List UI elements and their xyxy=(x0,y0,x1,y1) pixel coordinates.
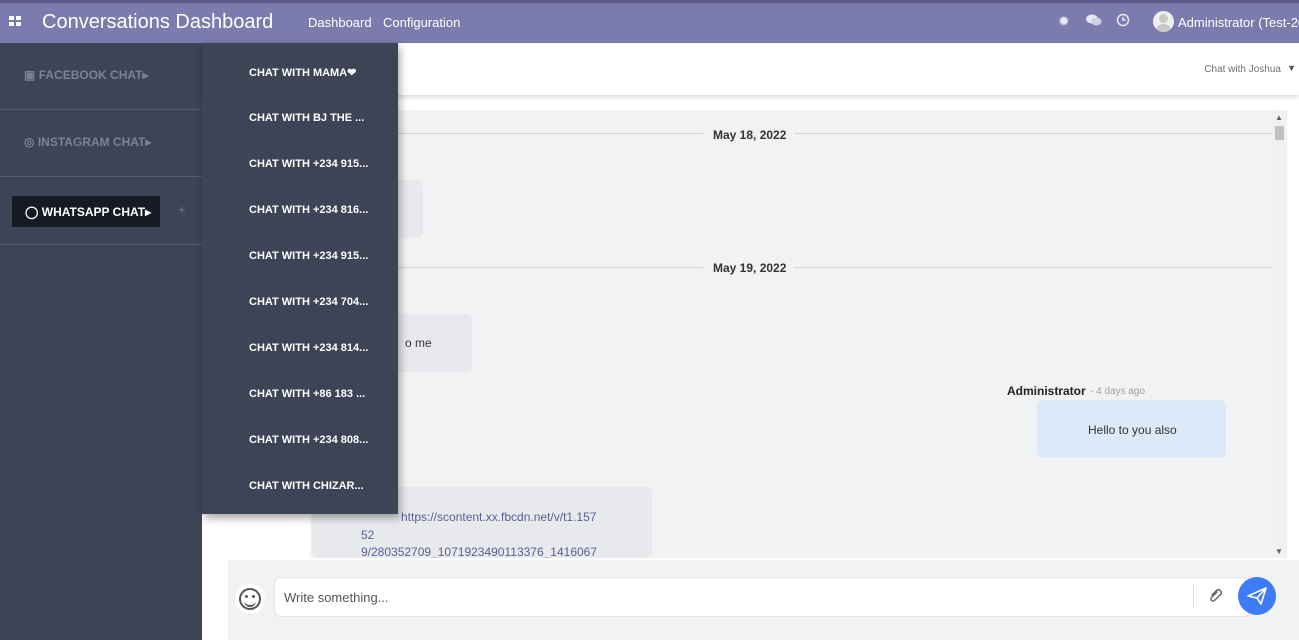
sidebar-item-label: ▣ FACEBOOK CHAT▸ xyxy=(24,68,149,82)
divider xyxy=(398,267,703,268)
bug-icon[interactable]: ✹ xyxy=(1058,13,1070,30)
message-text: o me xyxy=(405,336,432,350)
sidebar-item-label: ◎ INSTAGRAM CHAT▸ xyxy=(24,135,152,149)
chat-list-item[interactable]: CHAT WITH +234 915... xyxy=(249,250,368,262)
chat-list-item[interactable]: CHAT WITH +234 816... xyxy=(249,204,368,216)
message-sender: Administrator xyxy=(1007,384,1086,398)
add-icon[interactable]: + xyxy=(178,202,186,217)
divider xyxy=(1193,585,1194,609)
app-title[interactable]: Conversations Dashboard xyxy=(42,11,273,34)
chat-with-selector[interactable]: Chat with Joshua xyxy=(1204,64,1281,75)
scroll-down-icon[interactable]: ▼ xyxy=(1275,547,1283,556)
avatar[interactable] xyxy=(1153,11,1174,32)
message-time: - 4 days ago xyxy=(1090,386,1146,397)
clock-icon[interactable] xyxy=(1116,13,1130,30)
send-button[interactable] xyxy=(1238,577,1276,615)
top-navbar: Conversations Dashboard Dashboard Config… xyxy=(0,0,1299,43)
attachment-icon[interactable] xyxy=(1206,586,1226,606)
chat-list-item[interactable]: CHAT WITH +234 704... xyxy=(249,296,368,308)
sidebar-item-instagram[interactable]: ◎ INSTAGRAM CHAT▸ xyxy=(0,110,202,177)
menu-configuration[interactable]: Configuration xyxy=(383,15,460,30)
facebook-icon: ▣ xyxy=(24,68,36,82)
sidebar-item-label: ◯ WHATSAPP CHAT▸ xyxy=(25,205,152,219)
scrollbar[interactable]: ▲ ▼ xyxy=(1272,110,1287,558)
instagram-icon: ◎ xyxy=(24,135,35,149)
message-text: Hello to you also xyxy=(1088,423,1177,437)
chat-list-item[interactable]: CHAT WITH CHIZAR... xyxy=(249,480,364,492)
user-menu[interactable]: Administrator (Test-20) xyxy=(1178,15,1299,30)
chat-list-item[interactable]: CHAT WITH +234 808... xyxy=(249,434,368,446)
divider xyxy=(794,133,1272,134)
divider xyxy=(794,267,1272,268)
sidebar-item-facebook[interactable]: ▣ FACEBOOK CHAT▸ xyxy=(0,43,202,110)
date-separator: May 19, 2022 xyxy=(713,261,787,275)
chat-list-item[interactable]: CHAT WITH BJ THE ... xyxy=(249,112,364,124)
date-separator: May 18, 2022 xyxy=(713,128,787,142)
menu-dashboard[interactable]: Dashboard xyxy=(308,15,372,30)
message-link[interactable]: 9/280352709_1071923490113376_1416067 xyxy=(361,545,597,558)
message-link[interactable]: https://scontent.xx.fbcdn.net/v/t1.157 xyxy=(401,510,596,524)
message-input[interactable] xyxy=(274,577,1250,617)
chat-icon[interactable] xyxy=(1086,13,1102,30)
apps-icon[interactable] xyxy=(9,16,21,26)
chat-list-item[interactable]: CHAT WITH +234 915... xyxy=(249,158,368,170)
scroll-up-icon[interactable]: ▲ xyxy=(1275,113,1283,122)
message-link[interactable]: 52 xyxy=(361,528,374,542)
whatsapp-icon: ◯ xyxy=(25,205,39,219)
divider xyxy=(398,133,703,134)
chat-list-item[interactable]: CHAT WITH +86 183 ... xyxy=(249,388,365,400)
chat-list-item[interactable]: CHAT WITH MAMA❤ xyxy=(249,66,356,79)
scroll-thumb[interactable] xyxy=(1275,126,1284,140)
composer xyxy=(228,560,1299,640)
sidebar: ▣ FACEBOOK CHAT▸ ◎ INSTAGRAM CHAT▸ ◯ WHA… xyxy=(0,43,202,640)
chevron-down-icon[interactable]: ▼ xyxy=(1287,63,1296,73)
chat-list-item[interactable]: CHAT WITH +234 814... xyxy=(249,342,368,354)
sidebar-item-whatsapp[interactable]: ◯ WHATSAPP CHAT▸ + xyxy=(0,177,202,245)
emoji-icon[interactable] xyxy=(235,584,265,614)
send-icon xyxy=(1247,587,1267,605)
chat-list-dropdown: CHAT WITH MAMA❤ CHAT WITH BJ THE ... CHA… xyxy=(202,43,398,514)
